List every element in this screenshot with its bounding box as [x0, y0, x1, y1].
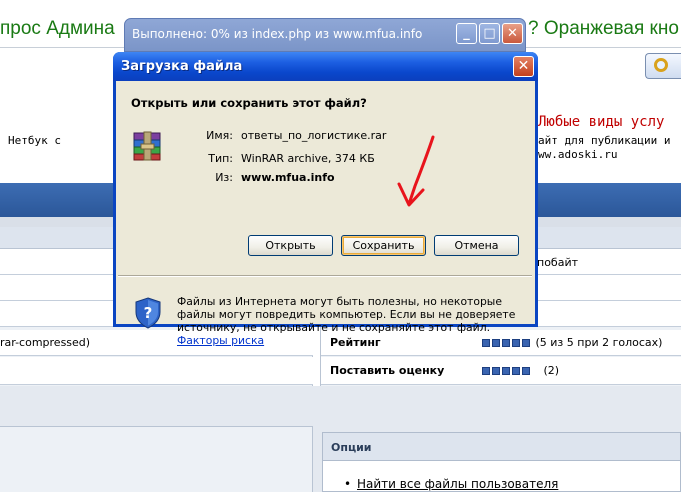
maximize-button[interactable]: □ [479, 23, 500, 44]
file-download-dialog: Загрузка файла ✕ Открыть или сохранить э… [113, 52, 538, 347]
ad-url[interactable]: ww.adoski.ru [538, 148, 670, 162]
table-row [0, 357, 313, 385]
search-button[interactable] [645, 53, 681, 79]
file-type-value: WinRAR archive, 374 КБ [241, 152, 375, 165]
dialog-title: Загрузка файла [121, 59, 243, 74]
file-type-row: Тип: WinRAR archive, 374 КБ [116, 152, 535, 167]
rate-count: (2) [543, 364, 560, 377]
ad-title[interactable]: Любые виды услу [538, 114, 664, 130]
file-source-row: Из: www.mfua.info [116, 171, 535, 186]
rate-row: Поставить оценку (2) [321, 357, 681, 385]
lower-left-box [0, 426, 313, 492]
close-icon: ✕ [517, 58, 530, 74]
download-progress-window[interactable]: Выполнено: 0% из index.php из www.mfua.i… [124, 18, 526, 52]
page-title-left[interactable]: прос Админа [0, 18, 115, 40]
risk-factors-link[interactable]: Факторы риска [177, 334, 264, 347]
open-button[interactable]: Открыть [248, 235, 333, 256]
size-value: побайт [537, 256, 579, 269]
file-type-label: Тип: [208, 152, 233, 165]
netbook-text: Нетбук с [8, 134, 61, 147]
options-title: Опции [323, 433, 680, 461]
file-name-row: Имя: ответы_по_логистике.rar [116, 129, 535, 144]
ad-text: айт для публикации и ww.adoski.ru [538, 134, 670, 162]
security-shield-question-icon: ? [135, 297, 161, 329]
dialog-titlebar[interactable]: Загрузка файла ✕ [113, 52, 538, 81]
rate-value[interactable]: (2) [482, 364, 559, 378]
close-button[interactable]: ✕ [502, 23, 523, 44]
close-icon: ✕ [507, 26, 518, 41]
rate-stars[interactable] [482, 365, 532, 378]
ad-text-line: айт для публикации и [538, 134, 671, 147]
page-title-right[interactable]: ? Оранжевая кно [528, 18, 679, 40]
find-user-files-link[interactable]: Найти все файлы пользователя [344, 477, 558, 491]
dialog-close-button[interactable]: ✕ [513, 56, 534, 77]
dialog-question: Открыть или сохранить этот файл? [131, 96, 367, 110]
file-name-label: Имя: [206, 129, 233, 142]
options-box: Опции Найти все файлы пользователя [322, 432, 681, 492]
rate-label: Поставить оценку [330, 364, 445, 377]
dialog-body: Открыть или сохранить этот файл? Имя: от… [116, 81, 535, 347]
progress-title: Выполнено: 0% из index.php из www.mfua.i… [132, 27, 423, 41]
file-source-value: www.mfua.info [241, 171, 335, 184]
file-source-label: Из: [215, 171, 233, 184]
minimize-icon: _ [463, 26, 470, 41]
mime-type-value: rar-compressed) [0, 336, 91, 349]
magnifier-icon [654, 58, 668, 72]
rating-summary: (5 из 5 при 2 голосах) [535, 336, 663, 349]
security-warning: Файлы из Интернета могут быть полезны, н… [177, 295, 522, 347]
maximize-icon: □ [483, 26, 496, 41]
security-warning-text: Файлы из Интернета могут быть полезны, н… [177, 295, 516, 334]
cancel-button[interactable]: Отмена [434, 235, 519, 256]
dialog-separator [118, 275, 532, 277]
file-name-value: ответы_по_логистике.rar [241, 129, 387, 142]
save-button[interactable]: Сохранить [341, 235, 426, 256]
minimize-button[interactable]: _ [456, 23, 477, 44]
svg-text:?: ? [144, 304, 153, 322]
